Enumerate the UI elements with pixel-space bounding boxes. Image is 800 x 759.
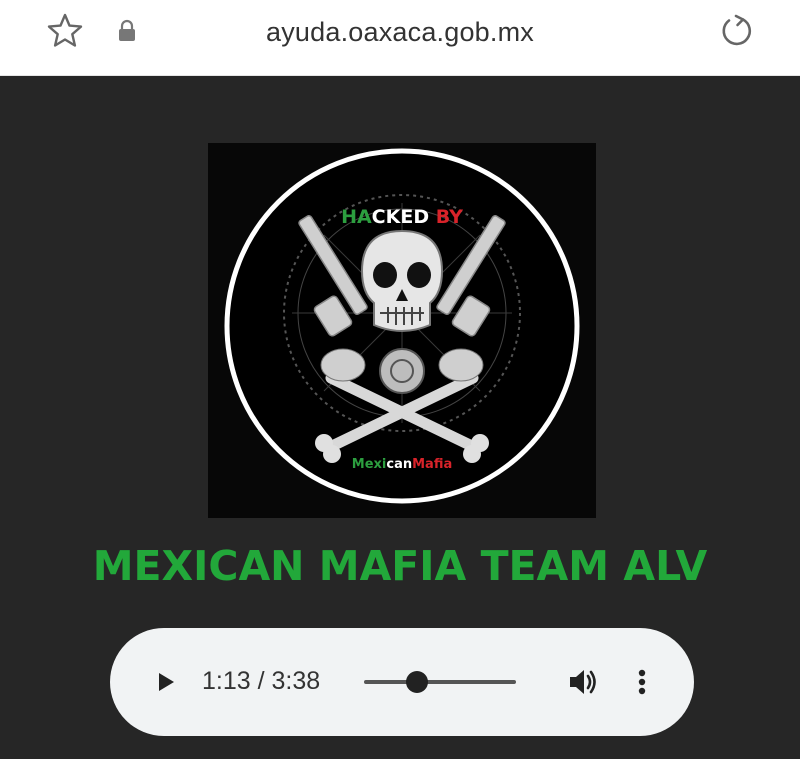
hacked-by-emblem: HACKED BY MexicanMafia <box>208 143 596 518</box>
mexican-mafia-text-2: can <box>386 457 412 472</box>
skull-emblem-image: HACKED BY MexicanMafia <box>224 148 580 504</box>
mexican-mafia-text-3: Mafia <box>412 457 452 472</box>
hacked-by-text: HACKED BY <box>341 206 463 228</box>
mexican-mafia-text-1: Mexi <box>352 457 387 472</box>
audio-time-display: 1:13 / 3:38 <box>202 667 321 695</box>
hacked-by-text-2: CK <box>372 206 402 228</box>
hacked-by-text-3: ED <box>400 206 429 228</box>
reload-icon[interactable] <box>716 10 758 52</box>
play-icon[interactable] <box>150 666 180 698</box>
hacked-by-text-1: HA <box>341 206 372 228</box>
lock-icon <box>119 19 135 41</box>
url-text[interactable]: ayuda.oaxaca.gob.mx <box>160 14 640 50</box>
audio-player: 1:13 / 3:38 <box>110 628 694 736</box>
browser-address-bar: ayuda.oaxaca.gob.mx <box>0 0 800 76</box>
page-content: HACKED BY MexicanMafia MEXICAN MAFIA TEA… <box>0 76 800 759</box>
audio-seek-slider[interactable] <box>364 671 516 693</box>
more-vert-icon[interactable] <box>632 664 652 700</box>
seek-thumb[interactable] <box>406 671 429 693</box>
hacked-by-text-4: BY <box>429 206 463 228</box>
star-icon[interactable] <box>44 10 86 52</box>
page-headline: MEXICAN MAFIA TEAM ALV <box>92 542 708 590</box>
mexican-mafia-text: MexicanMafia <box>352 457 452 472</box>
volume-icon[interactable] <box>564 664 600 700</box>
